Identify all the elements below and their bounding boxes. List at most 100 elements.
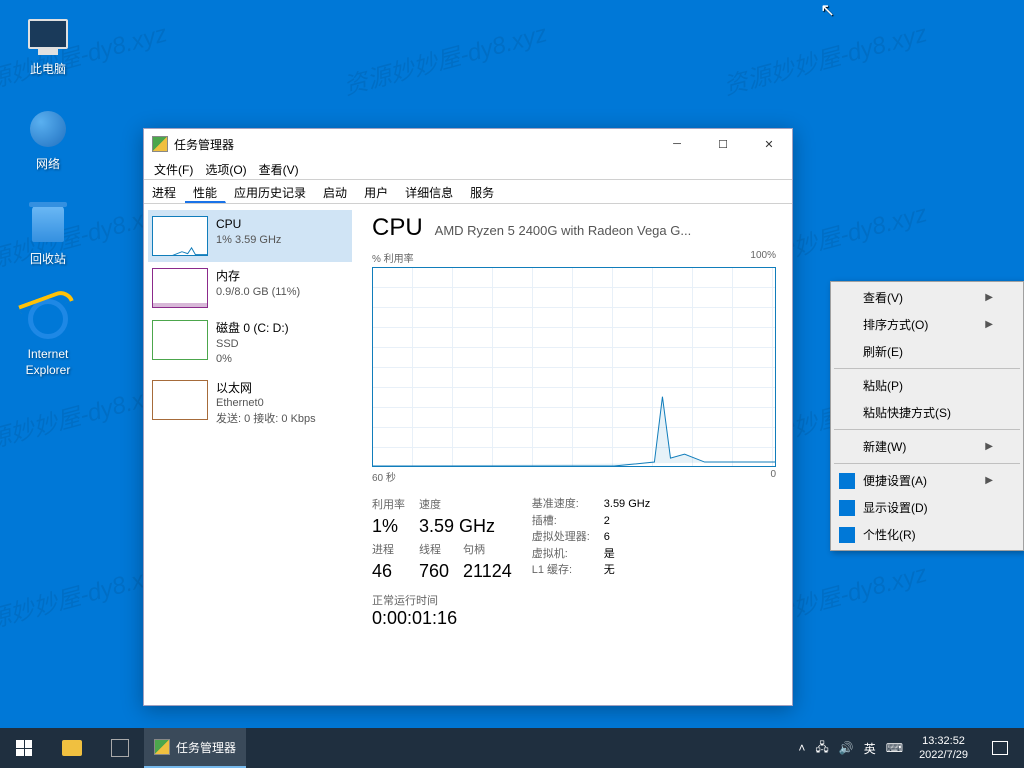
tray-ime[interactable]: 英: [864, 740, 876, 757]
tab-apphistory[interactable]: 应用历史记录: [226, 180, 315, 203]
uptime-value: 0:00:01:16: [372, 608, 776, 629]
processes-value: 46: [372, 561, 405, 582]
tab-processes[interactable]: 进程: [144, 180, 185, 203]
speed-value: 3.59 GHz: [419, 516, 512, 537]
sidebar-item-cpu[interactable]: CPU 1% 3.59 GHz: [148, 210, 352, 262]
chart-ylabel: % 利用率: [372, 250, 414, 265]
stats-primary: 利用率 速度 1% 3.59 GHz 进程 线程 句柄 46 760 21124: [372, 496, 512, 582]
menu-view[interactable]: 查看(V): [253, 159, 305, 179]
task-manager-icon: [152, 136, 168, 152]
recycle-bin-icon: [32, 206, 64, 242]
label: 磁盘 0 (C: D:): [216, 320, 289, 337]
cpu-mini-chart: [152, 216, 208, 256]
performance-detail: CPU AMD Ryzen 5 2400G with Radeon Vega G…: [356, 204, 792, 705]
tray-volume-icon[interactable]: 🔊: [839, 741, 854, 755]
maximize-button[interactable]: ☐: [700, 129, 746, 159]
clock-time: 13:32:52: [919, 734, 968, 748]
menu-options[interactable]: 选项(O): [199, 159, 252, 179]
tab-services[interactable]: 服务: [462, 180, 503, 203]
menu-view[interactable]: 查看(V)▶: [833, 284, 1021, 311]
monitor-icon: [28, 19, 68, 49]
subtype: SSD: [216, 337, 289, 352]
adapter: Ethernet0: [216, 396, 316, 411]
ie-icon: [28, 299, 68, 339]
tray-network-icon[interactable]: 🖧: [815, 738, 828, 759]
task-label: 任务管理器: [176, 739, 236, 756]
menu-sort[interactable]: 排序方式(O)▶: [833, 311, 1021, 338]
store-icon: [111, 739, 129, 757]
desktop-icon-recycle-bin[interactable]: 回收站: [10, 200, 86, 268]
task-manager-icon: [154, 739, 170, 755]
net-mini-chart: [152, 380, 208, 420]
uptime: 正常运行时间 0:00:01:16: [372, 592, 776, 629]
label: CPU: [216, 216, 281, 233]
sidebar-item-ethernet[interactable]: 以太网 Ethernet0 发送: 0 接收: 0 Kbps: [148, 374, 352, 434]
folder-icon: [62, 740, 82, 756]
settings-icon: [839, 473, 855, 489]
label: 网络: [10, 157, 86, 173]
chart-xmax: 60 秒: [372, 469, 396, 484]
menu-quick-settings[interactable]: 便捷设置(A)▶: [833, 467, 1021, 494]
value: 0%: [216, 352, 289, 367]
taskbar[interactable]: 任务管理器 ˄ 🖧 🔊 英 ⌨ 13:32:52 2022/7/29: [0, 728, 1024, 768]
start-button[interactable]: [0, 728, 48, 768]
disk-mini-chart: [152, 320, 208, 360]
taskbar-task-manager[interactable]: 任务管理器: [144, 728, 246, 768]
menubar: 文件(F) 选项(O) 查看(V): [144, 159, 792, 179]
chart-ymax: 100%: [750, 250, 776, 265]
tab-startup[interactable]: 启动: [315, 180, 356, 203]
system-tray: ˄ 🖧 🔊 英 ⌨: [790, 738, 911, 759]
taskbar-explorer[interactable]: [48, 728, 96, 768]
window-title: 任务管理器: [174, 136, 654, 153]
menu-personalize[interactable]: 个性化(R): [833, 521, 1021, 548]
desktop-icon-network[interactable]: 网络: [10, 105, 86, 173]
action-center-button[interactable]: [976, 728, 1024, 768]
menu-new[interactable]: 新建(W)▶: [833, 433, 1021, 460]
label: 以太网: [216, 380, 316, 397]
threads-value: 760: [419, 561, 449, 582]
display-icon: [839, 500, 855, 516]
windows-icon: [16, 740, 32, 756]
taskbar-clock[interactable]: 13:32:52 2022/7/29: [911, 734, 976, 763]
label: 内存: [216, 268, 300, 285]
titlebar[interactable]: 任务管理器 ─ ☐ ✕: [144, 129, 792, 159]
clock-date: 2022/7/29: [919, 748, 968, 762]
minimize-button[interactable]: ─: [654, 129, 700, 159]
menu-paste[interactable]: 粘贴(P): [833, 372, 1021, 399]
tab-details[interactable]: 详细信息: [397, 180, 462, 203]
sidebar-item-disk[interactable]: 磁盘 0 (C: D:) SSD 0%: [148, 314, 352, 374]
label: 此电脑: [10, 62, 86, 78]
taskbar-store[interactable]: [96, 728, 144, 768]
menu-paste-shortcut[interactable]: 粘贴快捷方式(S): [833, 399, 1021, 426]
menu-refresh[interactable]: 刷新(E): [833, 338, 1021, 365]
desktop-icon-ie[interactable]: Internet Explorer: [10, 295, 86, 378]
label: 回收站: [10, 252, 86, 268]
menu-file[interactable]: 文件(F): [148, 159, 199, 179]
handles-value: 21124: [463, 561, 512, 582]
value: 发送: 0 接收: 0 Kbps: [216, 412, 316, 427]
cpu-model: AMD Ryzen 5 2400G with Radeon Vega G...: [435, 223, 692, 238]
close-button[interactable]: ✕: [746, 129, 792, 159]
utilization-value: 1%: [372, 516, 405, 537]
label: Internet Explorer: [10, 347, 86, 378]
cpu-utilization-chart[interactable]: [372, 267, 776, 467]
stats-secondary: 基准速度:3.59 GHz 插槽:2 虚拟处理器:6 虚拟机:是 L1 缓存:无: [532, 496, 650, 582]
value: 1% 3.59 GHz: [216, 233, 281, 248]
globe-icon: [30, 111, 66, 147]
sidebar-item-memory[interactable]: 内存 0.9/8.0 GB (11%): [148, 262, 352, 314]
menu-display-settings[interactable]: 显示设置(D): [833, 494, 1021, 521]
task-manager-window[interactable]: 任务管理器 ─ ☐ ✕ 文件(F) 选项(O) 查看(V) 进程 性能 应用历史…: [143, 128, 793, 706]
detail-title: CPU: [372, 214, 423, 242]
tab-performance[interactable]: 性能: [185, 180, 226, 203]
tab-users[interactable]: 用户: [356, 180, 397, 203]
value: 0.9/8.0 GB (11%): [216, 285, 300, 300]
tabbar: 进程 性能 应用历史记录 启动 用户 详细信息 服务: [144, 179, 792, 203]
desktop-context-menu: 查看(V)▶ 排序方式(O)▶ 刷新(E) 粘贴(P) 粘贴快捷方式(S) 新建…: [830, 281, 1024, 551]
desktop-icon-this-pc[interactable]: 此电脑: [10, 10, 86, 78]
tray-chevron-icon[interactable]: ˄: [798, 741, 805, 755]
tray-keyboard-icon[interactable]: ⌨: [886, 741, 903, 755]
performance-sidebar: CPU 1% 3.59 GHz 内存 0.9/8.0 GB (11%) 磁盘 0…: [144, 204, 356, 705]
chart-xmin: 0: [770, 469, 776, 484]
memory-mini-chart: [152, 268, 208, 308]
personalize-icon: [839, 527, 855, 543]
